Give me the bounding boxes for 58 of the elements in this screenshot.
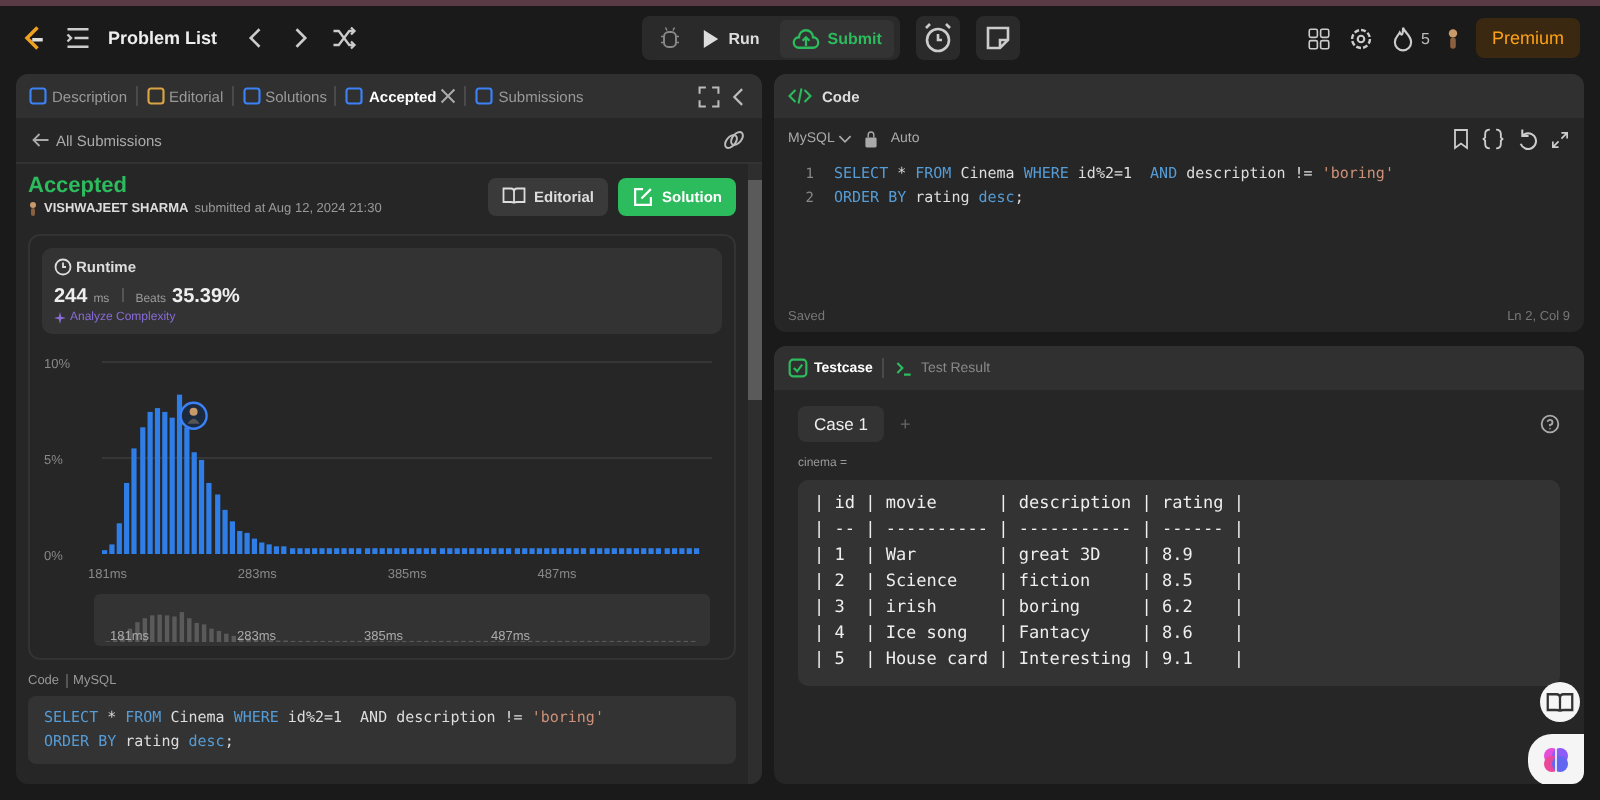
table-line: | 5 | House card | Interesting | 9.1 | [814,648,1246,674]
avatar-marker [179,401,208,430]
shuffle-icon[interactable] [329,24,358,52]
lock-icon [864,130,879,148]
edit-icon [632,185,654,207]
back-arrow-icon[interactable] [32,132,50,148]
input-field[interactable] [798,480,1560,686]
square-icon [241,86,262,106]
help-icon[interactable] [1540,414,1560,434]
checkbox-icon [788,358,808,378]
table-line: | 3 | irish | boring | 6.2 | [814,596,1246,622]
cloud-upload-icon [791,27,820,49]
premium-button[interactable]: Premium [1475,18,1580,58]
avatar-icon [28,200,38,218]
play-icon [702,29,721,47]
close-icon[interactable] [440,88,457,104]
case-tab[interactable]: Case 1 [798,406,884,442]
status-title: Accepted [28,174,130,198]
expand-icon[interactable] [1550,129,1570,149]
avatar-icon[interactable] [1445,25,1460,51]
note-icon[interactable] [975,16,1020,60]
book-icon [501,186,526,206]
alarm-icon[interactable] [915,16,960,60]
fullscreen-icon[interactable] [698,85,720,107]
streak-count: 5 [1421,29,1430,47]
square-icon [145,86,166,106]
flame-icon[interactable] [1389,25,1416,51]
sparkle-icon [54,312,66,324]
brain-button[interactable] [1528,734,1584,784]
grid-icon[interactable] [1305,25,1332,51]
table-line: | 2 | Science | fiction | 8.5 | [814,570,1246,596]
table-line: | -- | ---------- | ----------- | ------ | [814,518,1246,544]
bookmark-icon[interactable] [1452,128,1470,150]
link-icon[interactable] [722,128,746,152]
book-icon [1546,691,1574,713]
settings-icon[interactable] [1347,25,1374,51]
table-line: | 1 | War | great 3D | 8.9 | [814,544,1246,570]
submit-button[interactable]: Submit [779,19,894,57]
terminal-icon [894,358,915,378]
logo-icon[interactable] [20,22,48,54]
beats-value: 35.39% [172,286,240,308]
code-icon [788,86,812,106]
table-line: | id | movie | description | rating | [814,492,1246,518]
runtime-value: 244 [54,286,88,308]
list-icon [64,24,92,52]
problem-list-link[interactable]: Problem List [108,28,218,48]
debug-icon[interactable] [658,26,683,50]
book-button[interactable] [1540,682,1580,722]
table-line: | 4 | Ice song | Fantacy | 8.6 | [814,622,1246,648]
braces-icon[interactable] [1482,128,1504,150]
undo-icon[interactable] [1516,128,1538,150]
scrollbar[interactable] [748,164,762,784]
clock-icon [54,258,72,276]
brain-icon [1540,744,1572,776]
square-icon [28,86,48,106]
square-icon [474,86,495,106]
square-icon [344,86,365,106]
chevron-down-icon[interactable] [838,134,853,144]
